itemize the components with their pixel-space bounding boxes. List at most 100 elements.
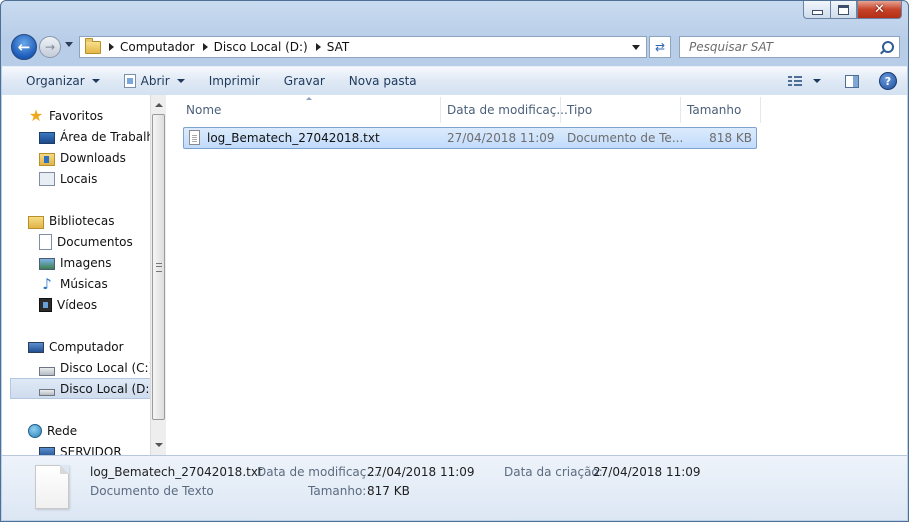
address-bar[interactable]: Computador Disco Local (D:) SAT [79, 36, 647, 58]
nav-label: Disco Local (D:) [60, 382, 151, 396]
recent-places-icon [39, 172, 55, 186]
nav-label: Documentos [57, 235, 133, 249]
refresh-button[interactable]: ⇄ [649, 36, 671, 58]
column-modified-label: Data de modificaç... [447, 103, 568, 117]
nav-downloads[interactable]: Downloads [39, 148, 126, 168]
organize-label: Organizar [26, 74, 85, 88]
nav-places[interactable]: Locais [39, 169, 97, 189]
forward-arrow-icon: → [44, 40, 56, 54]
breadcrumb-computer[interactable]: Computador [120, 40, 195, 54]
column-divider[interactable] [440, 97, 441, 123]
computer-icon [28, 342, 44, 353]
address-dropdown-icon[interactable] [632, 45, 640, 50]
file-row[interactable]: log_Bematech_27042018.txt 27/04/2018 11:… [183, 127, 757, 149]
scroll-down-icon[interactable] [155, 443, 163, 447]
chevron-down-icon [91, 79, 100, 83]
column-header-type[interactable]: Tipo [567, 101, 592, 119]
nav-label: Rede [47, 424, 78, 438]
minimize-icon [811, 10, 823, 15]
details-modified-label: Data de modificaç...: [257, 465, 382, 479]
nav-videos[interactable]: Vídeos [39, 295, 97, 315]
downloads-folder-icon [39, 152, 55, 166]
details-size-label: Tamanho: [308, 484, 367, 498]
close-button[interactable]: ✕ [857, 1, 902, 19]
column-header-modified[interactable]: Data de modificaç... [447, 101, 568, 119]
change-view-icon[interactable] [788, 75, 802, 87]
burn-button[interactable]: Gravar [284, 74, 325, 88]
nav-libraries[interactable]: Bibliotecas [28, 211, 114, 231]
grip-icon [156, 263, 162, 272]
open-button[interactable]: Abrir [123, 74, 185, 88]
chevron-down-icon [176, 79, 185, 83]
nav-computer[interactable]: Computador [28, 337, 124, 357]
nav-network[interactable]: Rede [28, 421, 77, 441]
open-label: Abrir [140, 74, 170, 88]
back-arrow-icon: ← [17, 38, 31, 56]
maximize-icon [838, 4, 849, 15]
details-created-label: Data da criação: [504, 465, 603, 479]
print-button[interactable]: Imprimir [209, 74, 260, 88]
breadcrumb-drive-d[interactable]: Disco Local (D:) [214, 40, 308, 54]
burn-label: Gravar [283, 74, 325, 88]
print-label: Imprimir [208, 74, 260, 88]
column-divider[interactable] [680, 97, 681, 123]
scrollbar-thumb[interactable] [152, 114, 165, 420]
search-box [679, 36, 900, 58]
maximize-button[interactable] [830, 1, 857, 19]
caption-buttons: ✕ [803, 1, 902, 21]
explorer-window: ✕ ← → Computador Disco Local (D:) SAT ⇄ … [0, 0, 909, 522]
navigation-scrollbar[interactable] [150, 95, 166, 455]
nav-drive-d[interactable]: Disco Local (D:) [39, 379, 151, 399]
column-divider[interactable] [760, 97, 761, 123]
nav-pictures[interactable]: Imagens [39, 253, 111, 273]
minimize-button[interactable] [803, 1, 830, 19]
network-globe-icon [28, 424, 42, 438]
details-created-value[interactable]: 27/04/2018 11:09 [593, 465, 701, 479]
column-header-name[interactable]: Nome [186, 101, 221, 119]
film-icon [39, 298, 52, 312]
scroll-up-icon[interactable] [155, 103, 163, 107]
breadcrumb-chevron-icon[interactable] [109, 43, 114, 51]
breadcrumb-sat[interactable]: SAT [327, 40, 349, 54]
navigation-bar: ← → Computador Disco Local (D:) SAT ⇄ [9, 34, 900, 60]
forward-button[interactable]: → [39, 36, 61, 58]
details-modified-value[interactable]: 27/04/2018 11:09 [367, 465, 475, 479]
nav-favorites[interactable]: ★ Favoritos [28, 106, 103, 126]
file-type: Documento de Te... [567, 131, 684, 145]
nav-desktop[interactable]: Área de Trabalho [39, 127, 151, 147]
content-area: ★ Favoritos Área de Trabalho Downloads L… [2, 95, 907, 455]
breadcrumb-chevron-icon[interactable] [202, 43, 208, 51]
organize-button[interactable]: Organizar [26, 74, 100, 88]
details-file-name: log_Bematech_27042018.txt [90, 465, 263, 479]
command-bar: Organizar Abrir Imprimir Gravar Nova pas… [2, 66, 907, 96]
nav-label: SERVIDOR [60, 445, 122, 455]
new-folder-button[interactable]: Nova pasta [349, 74, 417, 88]
help-icon[interactable]: ? [879, 72, 897, 90]
nav-server[interactable]: SERVIDOR [39, 442, 122, 455]
search-icon[interactable] [882, 41, 894, 53]
music-note-icon: ♪ [42, 275, 52, 293]
recent-pages-dropdown[interactable] [65, 42, 73, 47]
nav-label: Disco Local (C:) [60, 361, 151, 375]
nav-drive-c[interactable]: Disco Local (C:) [39, 358, 151, 378]
nav-label: Área de Trabalho [60, 130, 151, 144]
details-pane: log_Bematech_27042018.txt Documento de T… [2, 455, 907, 520]
preview-pane-icon[interactable] [845, 74, 859, 88]
sort-ascending-icon [306, 97, 312, 100]
column-divider[interactable] [560, 97, 561, 123]
new-folder-label: Nova pasta [348, 74, 417, 88]
nav-music[interactable]: ♪ Músicas [39, 274, 108, 294]
view-options-dropdown-icon[interactable] [813, 79, 821, 83]
breadcrumb-chevron-icon[interactable] [315, 43, 321, 51]
nav-label: Bibliotecas [49, 214, 115, 228]
nav-documents[interactable]: Documentos [39, 232, 133, 252]
toolbar-right: ? [788, 72, 897, 90]
column-size-label: Tamanho [687, 103, 742, 117]
column-header-size[interactable]: Tamanho [687, 101, 741, 119]
nav-label: Downloads [60, 151, 126, 165]
nav-label: Vídeos [57, 298, 98, 312]
file-size: 818 KB [709, 131, 752, 145]
search-input[interactable] [687, 39, 871, 55]
back-button[interactable]: ← [11, 34, 37, 60]
file-modified: 27/04/2018 11:09 [447, 131, 555, 145]
